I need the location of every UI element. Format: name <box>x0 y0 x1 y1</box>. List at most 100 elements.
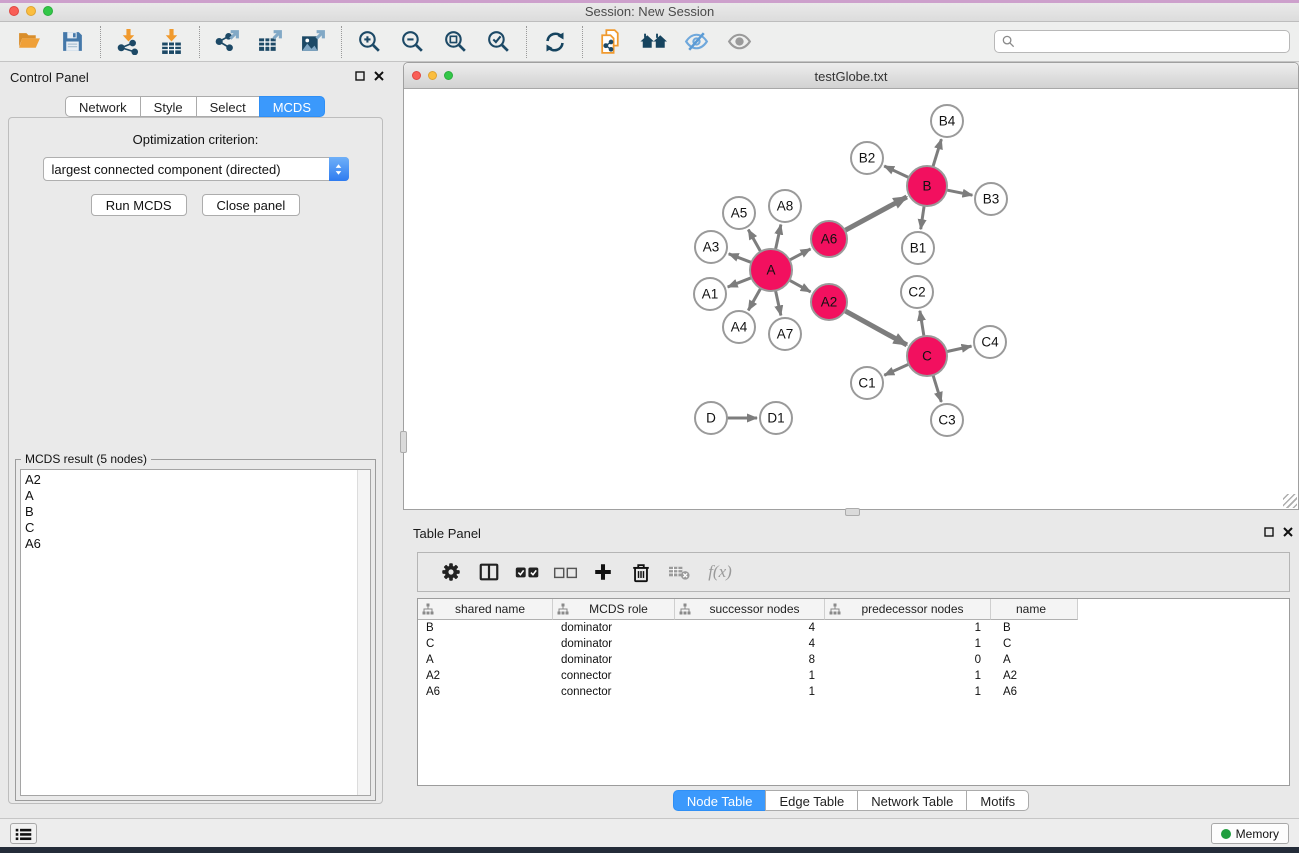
table-cell[interactable]: 4 <box>675 620 825 636</box>
import-network-button[interactable] <box>107 25 150 59</box>
tab-mcds[interactable]: MCDS <box>259 96 325 117</box>
hide-graphics-details-button[interactable] <box>675 25 718 59</box>
column-header-predecessor-nodes[interactable]: predecessor nodes <box>825 599 991 620</box>
close-panel-icon[interactable] <box>374 71 384 81</box>
tab-select[interactable]: Select <box>196 96 260 117</box>
graph-node-C1[interactable]: C1 <box>851 367 883 399</box>
graph-node-C4[interactable]: C4 <box>974 326 1006 358</box>
network-overview-button[interactable] <box>632 25 675 59</box>
table-cell[interactable]: A <box>991 652 1078 668</box>
table-cell[interactable]: connector <box>553 684 675 700</box>
column-header-name[interactable]: name <box>991 599 1078 620</box>
search-input[interactable] <box>1016 35 1283 49</box>
table-cell[interactable]: A <box>418 652 553 668</box>
vertical-splitter-handle[interactable] <box>400 431 407 453</box>
table-row[interactable]: A2connector11A2 <box>418 668 1289 684</box>
tab-network-table[interactable]: Network Table <box>857 790 967 811</box>
export-table-button[interactable] <box>249 25 292 59</box>
table-cell[interactable]: C <box>418 636 553 652</box>
export-network-button[interactable] <box>206 25 249 59</box>
table-cell[interactable]: connector <box>553 668 675 684</box>
table-cell[interactable]: B <box>418 620 553 636</box>
table-cell[interactable]: A2 <box>991 668 1078 684</box>
show-graphics-details-button[interactable] <box>718 25 761 59</box>
graph-node-A8[interactable]: A8 <box>769 190 801 222</box>
table-cell[interactable]: 1 <box>825 636 991 652</box>
result-item[interactable]: A <box>21 488 370 504</box>
table-row[interactable]: Adominator80A <box>418 652 1289 668</box>
graph-node-D1[interactable]: D1 <box>760 402 792 434</box>
select-all-button[interactable] <box>508 557 546 587</box>
table-cell[interactable]: 1 <box>675 668 825 684</box>
table-cell[interactable]: dominator <box>553 620 675 636</box>
graph-node-B4[interactable]: B4 <box>931 105 963 137</box>
graph-node-B2[interactable]: B2 <box>851 142 883 174</box>
tab-motifs[interactable]: Motifs <box>966 790 1029 811</box>
result-item[interactable]: C <box>21 520 370 536</box>
table-header-row[interactable]: shared nameMCDS rolesuccessor nodesprede… <box>418 599 1289 620</box>
network-canvas[interactable]: B4B2BB3A5A8A6B1A3AA1C2A2A4A7C4CC1C3DD1 <box>404 89 1298 509</box>
memory-button[interactable]: Memory <box>1211 823 1289 844</box>
graph-node-C3[interactable]: C3 <box>931 404 963 436</box>
graph-node-D[interactable]: D <box>695 402 727 434</box>
table-cell[interactable]: 8 <box>675 652 825 668</box>
table-cell[interactable]: dominator <box>553 652 675 668</box>
deselect-all-button[interactable] <box>546 557 584 587</box>
zoom-selected-button[interactable] <box>477 25 520 59</box>
result-item[interactable]: B <box>21 504 370 520</box>
network-graph[interactable]: B4B2BB3A5A8A6B1A3AA1C2A2A4A7C4CC1C3DD1 <box>404 89 1298 509</box>
result-item[interactable]: A2 <box>21 472 370 488</box>
graph-node-A2[interactable]: A2 <box>811 284 847 320</box>
graph-node-A4[interactable]: A4 <box>723 311 755 343</box>
table-cell[interactable]: A6 <box>991 684 1078 700</box>
graph-node-B3[interactable]: B3 <box>975 183 1007 215</box>
table-row[interactable]: Bdominator41B <box>418 620 1289 636</box>
show-panels-button[interactable] <box>10 823 37 844</box>
float-panel-icon[interactable] <box>355 71 365 81</box>
show-columns-button[interactable] <box>470 557 508 587</box>
open-session-button[interactable] <box>8 25 51 59</box>
table-row[interactable]: Cdominator41C <box>418 636 1289 652</box>
table-cell[interactable]: 4 <box>675 636 825 652</box>
table-cell[interactable]: 1 <box>825 684 991 700</box>
column-header-successor-nodes[interactable]: successor nodes <box>675 599 825 620</box>
table-cell[interactable]: dominator <box>553 636 675 652</box>
window-resize-grip[interactable] <box>1283 494 1297 508</box>
import-table-button[interactable] <box>150 25 193 59</box>
add-column-button[interactable] <box>584 557 622 587</box>
result-item[interactable]: A6 <box>21 536 370 552</box>
criterion-dropdown[interactable]: largest connected component (directed) <box>43 157 349 181</box>
graph-node-B1[interactable]: B1 <box>902 232 934 264</box>
table-body[interactable]: Bdominator41BCdominator41CAdominator80AA… <box>418 620 1289 700</box>
horizontal-splitter-handle[interactable] <box>845 508 860 516</box>
graph-node-B[interactable]: B <box>907 166 947 206</box>
graph-node-A6[interactable]: A6 <box>811 221 847 257</box>
search-field[interactable] <box>994 30 1290 53</box>
function-builder-button[interactable]: f(x) <box>698 557 736 587</box>
zoom-in-button[interactable] <box>348 25 391 59</box>
graph-node-C2[interactable]: C2 <box>901 276 933 308</box>
graph-node-A[interactable]: A <box>750 249 792 291</box>
tab-network[interactable]: Network <box>65 96 141 117</box>
zoom-fit-button[interactable] <box>434 25 477 59</box>
column-header-MCDS-role[interactable]: MCDS role <box>553 599 675 620</box>
save-session-button[interactable] <box>51 25 94 59</box>
node-table[interactable]: shared nameMCDS rolesuccessor nodesprede… <box>417 598 1290 786</box>
export-image-button[interactable] <box>292 25 335 59</box>
table-cell[interactable]: A2 <box>418 668 553 684</box>
clone-network-button[interactable] <box>589 25 632 59</box>
refresh-layout-button[interactable] <box>533 25 576 59</box>
mcds-result-list[interactable]: A2ABCA6 <box>20 469 371 796</box>
zoom-out-button[interactable] <box>391 25 434 59</box>
table-settings-button[interactable] <box>432 557 470 587</box>
close-panel-button[interactable]: Close panel <box>202 194 301 216</box>
result-scrollbar[interactable] <box>357 470 370 795</box>
float-panel-icon[interactable] <box>1264 527 1274 537</box>
table-cell[interactable]: 1 <box>675 684 825 700</box>
graph-node-C[interactable]: C <box>907 336 947 376</box>
graph-node-A5[interactable]: A5 <box>723 197 755 229</box>
tab-node-table[interactable]: Node Table <box>673 790 767 811</box>
delete-table-button[interactable] <box>660 557 698 587</box>
table-cell[interactable]: A6 <box>418 684 553 700</box>
tab-style[interactable]: Style <box>140 96 197 117</box>
